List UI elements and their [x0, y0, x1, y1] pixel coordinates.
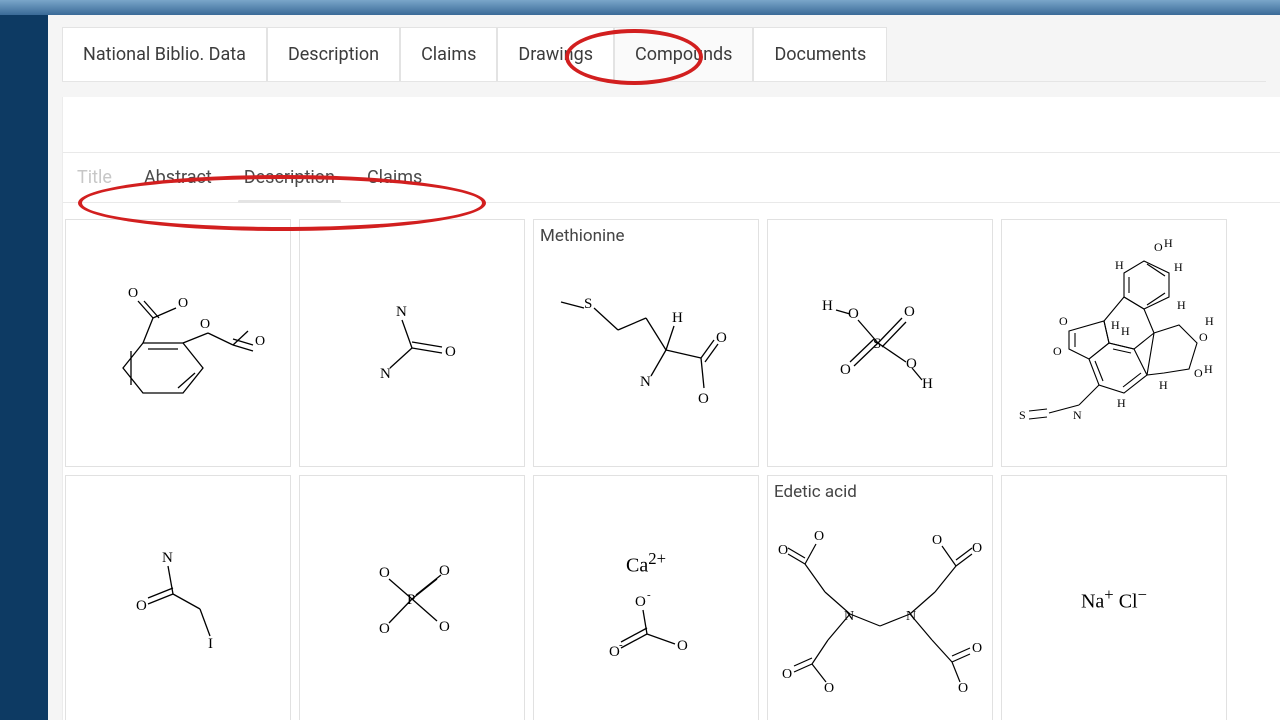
svg-text:N: N	[396, 304, 407, 320]
svg-text:H: H	[1205, 314, 1214, 328]
svg-text:O: O	[379, 565, 390, 581]
compound-card[interactable]: N O I	[65, 475, 291, 720]
svg-text:O: O	[1194, 366, 1203, 380]
compound-structure: N N O O O O O O O O	[768, 476, 992, 720]
svg-text:O: O	[716, 330, 727, 346]
tab-description[interactable]: Description	[267, 27, 400, 81]
tab-drawings[interactable]: Drawings	[497, 27, 614, 81]
svg-text:O: O	[136, 598, 147, 614]
svg-text:O: O	[635, 594, 646, 610]
svg-text:H: H	[1117, 396, 1126, 410]
svg-text:O: O	[445, 344, 456, 360]
compound-structure: N O I	[66, 476, 290, 720]
compound-structure: Ca2+	[534, 476, 758, 720]
svg-text:O: O	[1059, 314, 1068, 328]
svg-text:O: O	[1154, 240, 1163, 254]
compound-structure: Na+ Cl−	[1002, 476, 1226, 720]
svg-text:O: O	[840, 362, 851, 378]
body-area: Title Abstract Description Claims	[62, 97, 1280, 720]
svg-text:H: H	[1111, 318, 1120, 332]
svg-text:O: O	[128, 286, 138, 301]
tab-compounds[interactable]: Compounds	[614, 27, 753, 81]
svg-text:H: H	[1121, 324, 1130, 338]
compound-card[interactable]: O O O O	[65, 219, 291, 467]
svg-text:S: S	[584, 296, 592, 312]
compound-grid: O O O O	[63, 203, 1280, 720]
svg-text:H: H	[672, 310, 683, 326]
compound-card[interactable]: S O O O O H H	[767, 219, 993, 467]
compound-structure: O O O O	[66, 220, 290, 466]
svg-text:N: N	[1073, 408, 1082, 422]
svg-text:O: O	[178, 296, 188, 311]
svg-text:-: -	[647, 589, 651, 601]
svg-text:H: H	[1164, 236, 1173, 250]
svg-text:O: O	[255, 334, 265, 349]
svg-text:O: O	[379, 621, 390, 637]
svg-text:O: O	[778, 543, 788, 558]
svg-text:-: -	[619, 639, 623, 651]
svg-text:N: N	[906, 609, 916, 624]
tab-documents[interactable]: Documents	[753, 27, 887, 81]
calcium-ion-text: Ca	[626, 555, 648, 577]
svg-text:O: O	[814, 529, 824, 544]
svg-text:N: N	[162, 550, 173, 566]
compound-card[interactable]: Na+ Cl−	[1001, 475, 1227, 720]
tab-claims[interactable]: Claims	[400, 27, 497, 81]
compound-card[interactable]: Methionine	[533, 219, 759, 467]
svg-text:N: N	[640, 374, 651, 390]
svg-text:N: N	[380, 366, 391, 382]
compound-card[interactable]: P O O O O	[299, 475, 525, 720]
svg-text:H: H	[1204, 362, 1213, 376]
subtab-title: Title	[77, 165, 112, 190]
svg-text:O: O	[848, 306, 859, 322]
svg-text:S: S	[1019, 408, 1026, 422]
svg-text:H: H	[922, 376, 933, 392]
compound-structure: P O O O O	[300, 476, 524, 720]
compound-structure: S O O O O H H	[768, 220, 992, 466]
svg-text:H: H	[1177, 298, 1186, 312]
svg-text:H: H	[822, 298, 833, 314]
compound-structure: S N H O O	[534, 220, 758, 466]
compound-card[interactable]: Ca2+	[533, 475, 759, 720]
svg-text:O: O	[1053, 344, 1062, 358]
content-area: National Biblio. Data Description Claims…	[48, 15, 1280, 720]
viewport: National Biblio. Data Description Claims…	[0, 0, 1280, 720]
nacl-text: Na+ Cl−	[1081, 585, 1147, 614]
svg-text:O: O	[439, 619, 450, 635]
svg-text:O: O	[932, 533, 942, 548]
svg-text:O: O	[958, 681, 968, 696]
svg-text:S: S	[873, 336, 881, 352]
sub-tab-bar: Title Abstract Description Claims	[63, 152, 1280, 203]
svg-text:O: O	[1199, 330, 1208, 344]
compound-card[interactable]: H H OH H O O O OH H H	[1001, 219, 1227, 467]
svg-text:O: O	[782, 667, 792, 682]
tab-national-biblio-data[interactable]: National Biblio. Data	[62, 27, 267, 81]
subtab-description[interactable]: Description	[244, 165, 335, 190]
svg-text:O: O	[677, 638, 688, 654]
tab-divider	[62, 81, 1266, 82]
svg-text:P: P	[407, 592, 415, 608]
svg-text:O: O	[698, 391, 709, 407]
svg-text:H: H	[1159, 378, 1168, 392]
compound-card[interactable]: Edetic acid	[767, 475, 993, 720]
svg-text:I: I	[208, 636, 213, 652]
compound-structure: N N O	[300, 220, 524, 466]
svg-text:H: H	[1174, 260, 1183, 274]
compound-structure: H H OH H O O O OH H H	[1002, 220, 1226, 466]
svg-text:O: O	[200, 317, 210, 332]
svg-text:O: O	[904, 304, 915, 320]
svg-text:N: N	[844, 609, 854, 624]
svg-text:O: O	[972, 541, 982, 556]
svg-text:O: O	[439, 563, 450, 579]
window-top-strip	[0, 0, 1280, 15]
subtab-abstract[interactable]: Abstract	[144, 165, 212, 190]
svg-text:O: O	[906, 356, 917, 372]
subtab-claims[interactable]: Claims	[367, 165, 422, 190]
svg-text:O: O	[972, 641, 982, 656]
compound-card[interactable]: N N O	[299, 219, 525, 467]
svg-text:H: H	[1115, 258, 1124, 272]
body-inner: Title Abstract Description Claims	[63, 97, 1280, 720]
main-tab-bar: National Biblio. Data Description Claims…	[48, 15, 1280, 81]
svg-text:O: O	[824, 681, 834, 696]
